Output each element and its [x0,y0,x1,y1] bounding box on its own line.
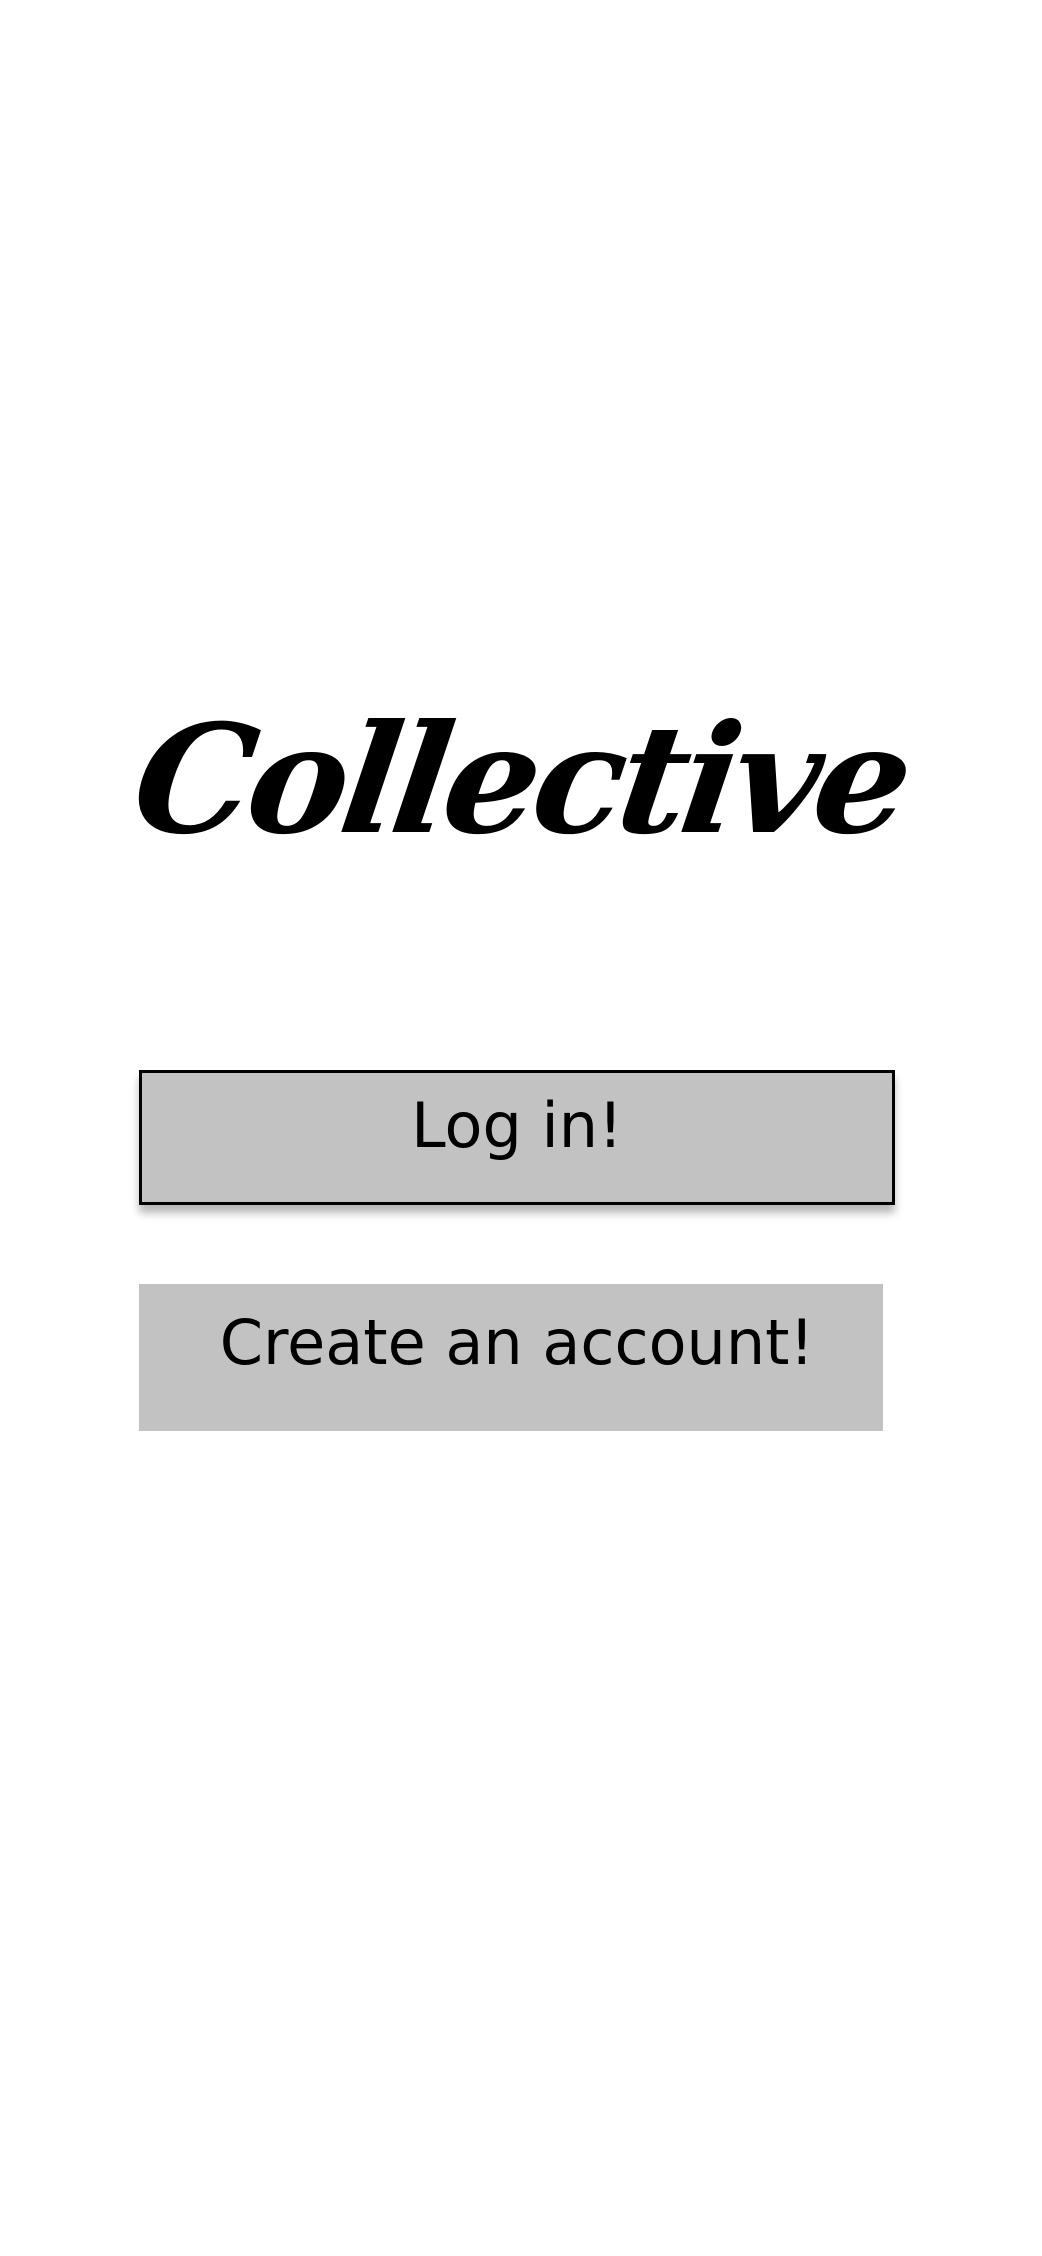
app-logo: Collective [0,690,1042,870]
login-button[interactable]: Log in! [139,1070,895,1205]
app-logo-text: Collective [124,692,918,868]
login-button-label: Log in! [411,1089,623,1162]
create-account-button[interactable]: Create an account! [139,1284,883,1431]
create-account-button-label: Create an account! [219,1306,815,1379]
